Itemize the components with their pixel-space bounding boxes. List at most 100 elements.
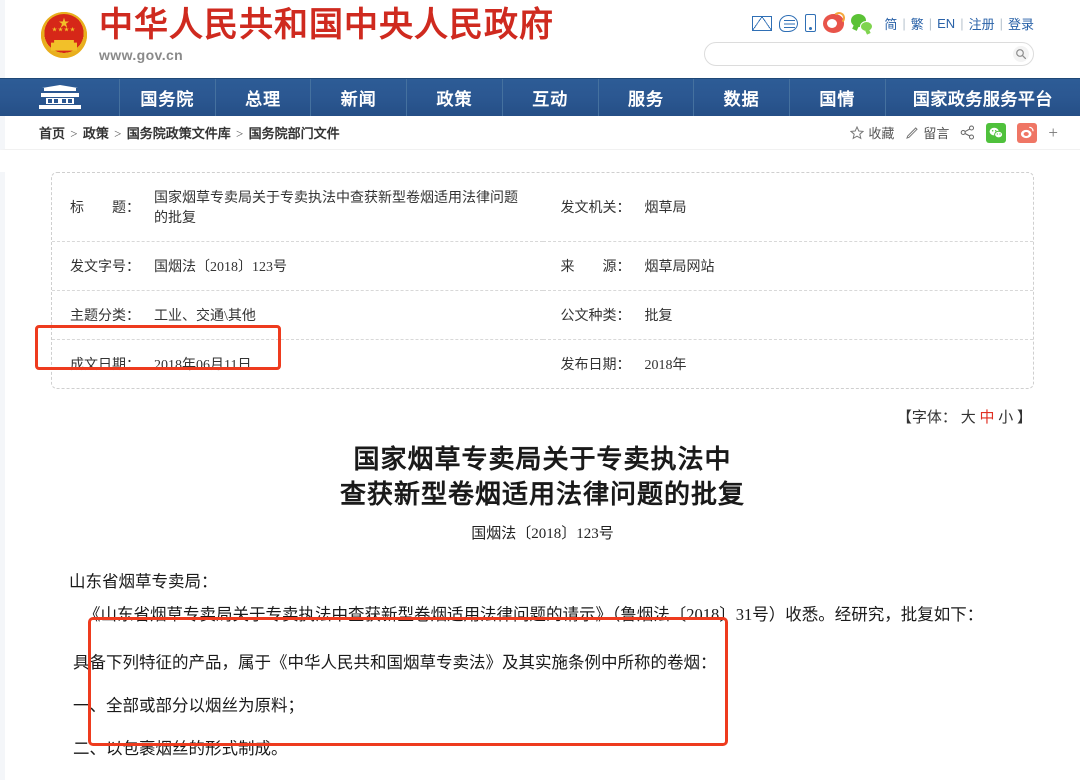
breadcrumb-item-policy[interactable]: 政策 — [83, 126, 109, 141]
site-domain: www.gov.cn — [99, 46, 184, 63]
tiananmen-home-icon[interactable] — [0, 79, 120, 116]
meta-value: 批复 — [644, 309, 673, 324]
lang-simplified-link[interactable]: 简 — [884, 14, 897, 33]
search-input[interactable] — [717, 46, 1013, 62]
header-icon-row: 简 | 繁 | EN | 注册 | 登录 — [704, 11, 1034, 34]
lang-traditional-link[interactable]: 繁 — [911, 14, 924, 33]
search-box[interactable] — [704, 42, 1034, 66]
page-title: 国家烟草专卖局关于专卖执法中 查获新型卷烟适用法律问题的批复 — [51, 443, 1034, 513]
document-body: 山东省烟草专卖局： 《山东省烟草专卖局关于专卖执法中查获新型卷烟适用法律问题的请… — [51, 565, 1034, 780]
wechat-share-icon[interactable] — [986, 122, 1007, 143]
nav-item-guoqing[interactable]: 国情 — [790, 79, 886, 116]
nav-item-hudong[interactable]: 互动 — [503, 79, 599, 116]
breadcrumb: 首页 > 政策 > 国务院政策文件库 > 国务院部门文件 — [39, 123, 340, 142]
meta-value: 工业、交通\其他 — [154, 309, 256, 324]
breadcrumb-item-policy-library[interactable]: 国务院政策文件库 — [127, 126, 231, 141]
meta-label: 发布日期： — [560, 358, 631, 373]
link-separator: | — [902, 15, 906, 31]
meta-row-source: 来 源： 烟草局网站 — [542, 242, 1033, 291]
meta-row-issuing-agency: 发文机关： 烟草局 — [542, 173, 1033, 242]
meta-row-title: 标 题： 国家烟草专卖局关于专卖执法中查获新型卷烟适用法律问题的批复 — [52, 173, 543, 242]
meta-value: 国家烟草专卖局关于专卖执法中查获新型卷烟适用法律问题的批复 — [154, 191, 518, 226]
comment-button[interactable]: 留言 — [905, 123, 949, 142]
message-icon[interactable] — [779, 14, 799, 32]
meta-value: 烟草局网站 — [644, 260, 715, 275]
document-metadata-table: 标 题： 国家烟草专卖局关于专卖执法中查获新型卷烟适用法律问题的批复 发文机关：… — [51, 172, 1034, 389]
header-links: 简 | 繁 | EN | 注册 | 登录 — [884, 14, 1034, 33]
login-link[interactable]: 登录 — [1008, 14, 1034, 33]
header-utilities: 简 | 繁 | EN | 注册 | 登录 — [704, 11, 1034, 66]
article-content: 标 题： 国家烟草专卖局关于专卖执法中查获新型卷烟适用法律问题的批复 发文机关：… — [0, 172, 1080, 780]
document-number: 国烟法〔2018〕123号 — [471, 525, 614, 542]
meta-label: 成文日期： — [70, 358, 140, 373]
share-icon — [960, 125, 975, 140]
highlight-lead-paragraph: 具备下列特征的产品，属于《中华人民共和国烟草专卖法》及其实施条例中所称的卷烟： — [73, 652, 717, 672]
meta-row-document-number: 发文字号： 国烟法〔2018〕123号 — [52, 242, 543, 291]
nav-item-shuju[interactable]: 数据 — [694, 79, 791, 116]
site-brand[interactable]: ★ ★★★★ 中华人民共和国中央人民政府 www.gov.cn — [41, 6, 554, 63]
mobile-icon[interactable] — [805, 14, 817, 32]
mail-icon[interactable] — [752, 15, 773, 31]
link-separator: | — [960, 15, 964, 31]
breadcrumb-separator: > — [114, 126, 122, 141]
breadcrumb-item-home[interactable]: 首页 — [39, 126, 65, 141]
meta-label: 发文机关： — [560, 201, 631, 216]
meta-row-document-type: 公文种类： 批复 — [542, 291, 1033, 340]
link-separator: | — [999, 15, 1003, 31]
gov-cn-policy-page: ★ ★★★★ 中华人民共和国中央人民政府 www.gov.cn 简 | 繁 | … — [0, 0, 1080, 780]
favorite-label: 收藏 — [868, 126, 895, 141]
nav-item-government-service-platform[interactable]: 国家政务服务平台 — [886, 79, 1080, 116]
meta-label: 标 题： — [70, 201, 140, 216]
meta-label: 来 源： — [560, 260, 631, 275]
meta-value: 2018年06月11日 — [154, 358, 252, 373]
page-title-line1: 国家烟草专卖局关于专卖执法中 — [353, 445, 732, 474]
nav-item-guowuyuan[interactable]: 国务院 — [120, 79, 216, 116]
favorite-button[interactable]: 收藏 — [850, 123, 894, 142]
nav-item-fuwu[interactable]: 服务 — [599, 79, 695, 116]
font-size-large[interactable]: 大 — [961, 410, 976, 426]
breadcrumb-separator: > — [235, 126, 244, 141]
star-icon — [850, 125, 865, 140]
nav-item-xinwen[interactable]: 新闻 — [311, 79, 408, 116]
site-title: 中华人民共和国中央人民政府 — [99, 6, 554, 44]
breadcrumb-bar: 首页 > 政策 > 国务院政策文件库 > 国务院部门文件 收藏 留言 + — [0, 116, 1080, 150]
font-size-open-bracket: 【字体： — [896, 410, 957, 426]
meta-row-publish-date: 发布日期： 2018年 — [543, 340, 1034, 388]
meta-value: 2018年 — [644, 358, 687, 373]
comment-label: 留言 — [923, 126, 950, 141]
meta-label: 公文种类： — [560, 309, 631, 324]
lang-english-link[interactable]: EN — [937, 16, 955, 31]
meta-value: 国烟法〔2018〕123号 — [154, 260, 287, 275]
breadcrumb-item-department-documents[interactable]: 国务院部门文件 — [249, 126, 340, 141]
meta-label: 主题分类： — [70, 309, 140, 324]
nav-item-zongli[interactable]: 总理 — [216, 79, 312, 116]
meta-row-completion-date: 成文日期： 2018年06月11日 — [52, 340, 543, 388]
search-icon[interactable] — [1013, 46, 1029, 62]
pencil-icon — [905, 126, 919, 140]
font-size-close-bracket: 】 — [1016, 410, 1032, 426]
link-separator: | — [928, 15, 933, 31]
wechat-icon[interactable] — [851, 14, 874, 32]
meta-label: 发文字号： — [70, 260, 140, 275]
highlight-item-1: 一、全部或部分以烟丝为原料； — [73, 695, 304, 715]
site-header: ★ ★★★★ 中华人民共和国中央人民政府 www.gov.cn 简 | 繁 | … — [0, 0, 1080, 78]
weibo-icon[interactable] — [823, 11, 846, 33]
breadcrumb-actions: 收藏 留言 + — [850, 122, 1058, 143]
document-intro-paragraph: 《山东省烟草专卖局关于专卖执法中查获新型卷烟适用法律问题的请示》（鲁烟法〔201… — [84, 604, 984, 624]
page-title-line2: 查获新型卷烟适用法律问题的批复 — [339, 479, 745, 509]
document-addressee: 山东省烟草专卖局： — [69, 571, 218, 591]
document-highlighted-block: 具备下列特征的产品，属于《中华人民共和国烟草专卖法》及其实施条例中所称的卷烟： … — [51, 641, 1034, 770]
breadcrumb-separator: > — [70, 126, 78, 141]
font-size-selector: 【字体： 大 中 小 】 — [51, 406, 1034, 427]
share-button[interactable] — [960, 125, 975, 140]
font-size-small[interactable]: 小 — [998, 410, 1013, 426]
font-size-medium[interactable]: 中 — [979, 410, 994, 426]
nav-item-zhengce[interactable]: 政策 — [407, 79, 503, 116]
register-link[interactable]: 注册 — [969, 14, 995, 33]
main-navigation: 国务院 总理 新闻 政策 互动 服务 数据 国情 国家政务服务平台 — [0, 78, 1080, 116]
meta-value: 烟草局 — [644, 201, 687, 216]
plus-icon[interactable]: + — [1048, 124, 1058, 141]
weibo-share-icon[interactable] — [1017, 122, 1038, 143]
highlight-item-2: 二、以包裹烟丝的形式制成。 — [73, 738, 288, 758]
meta-row-subject-category: 主题分类： 工业、交通\其他 — [52, 291, 543, 340]
